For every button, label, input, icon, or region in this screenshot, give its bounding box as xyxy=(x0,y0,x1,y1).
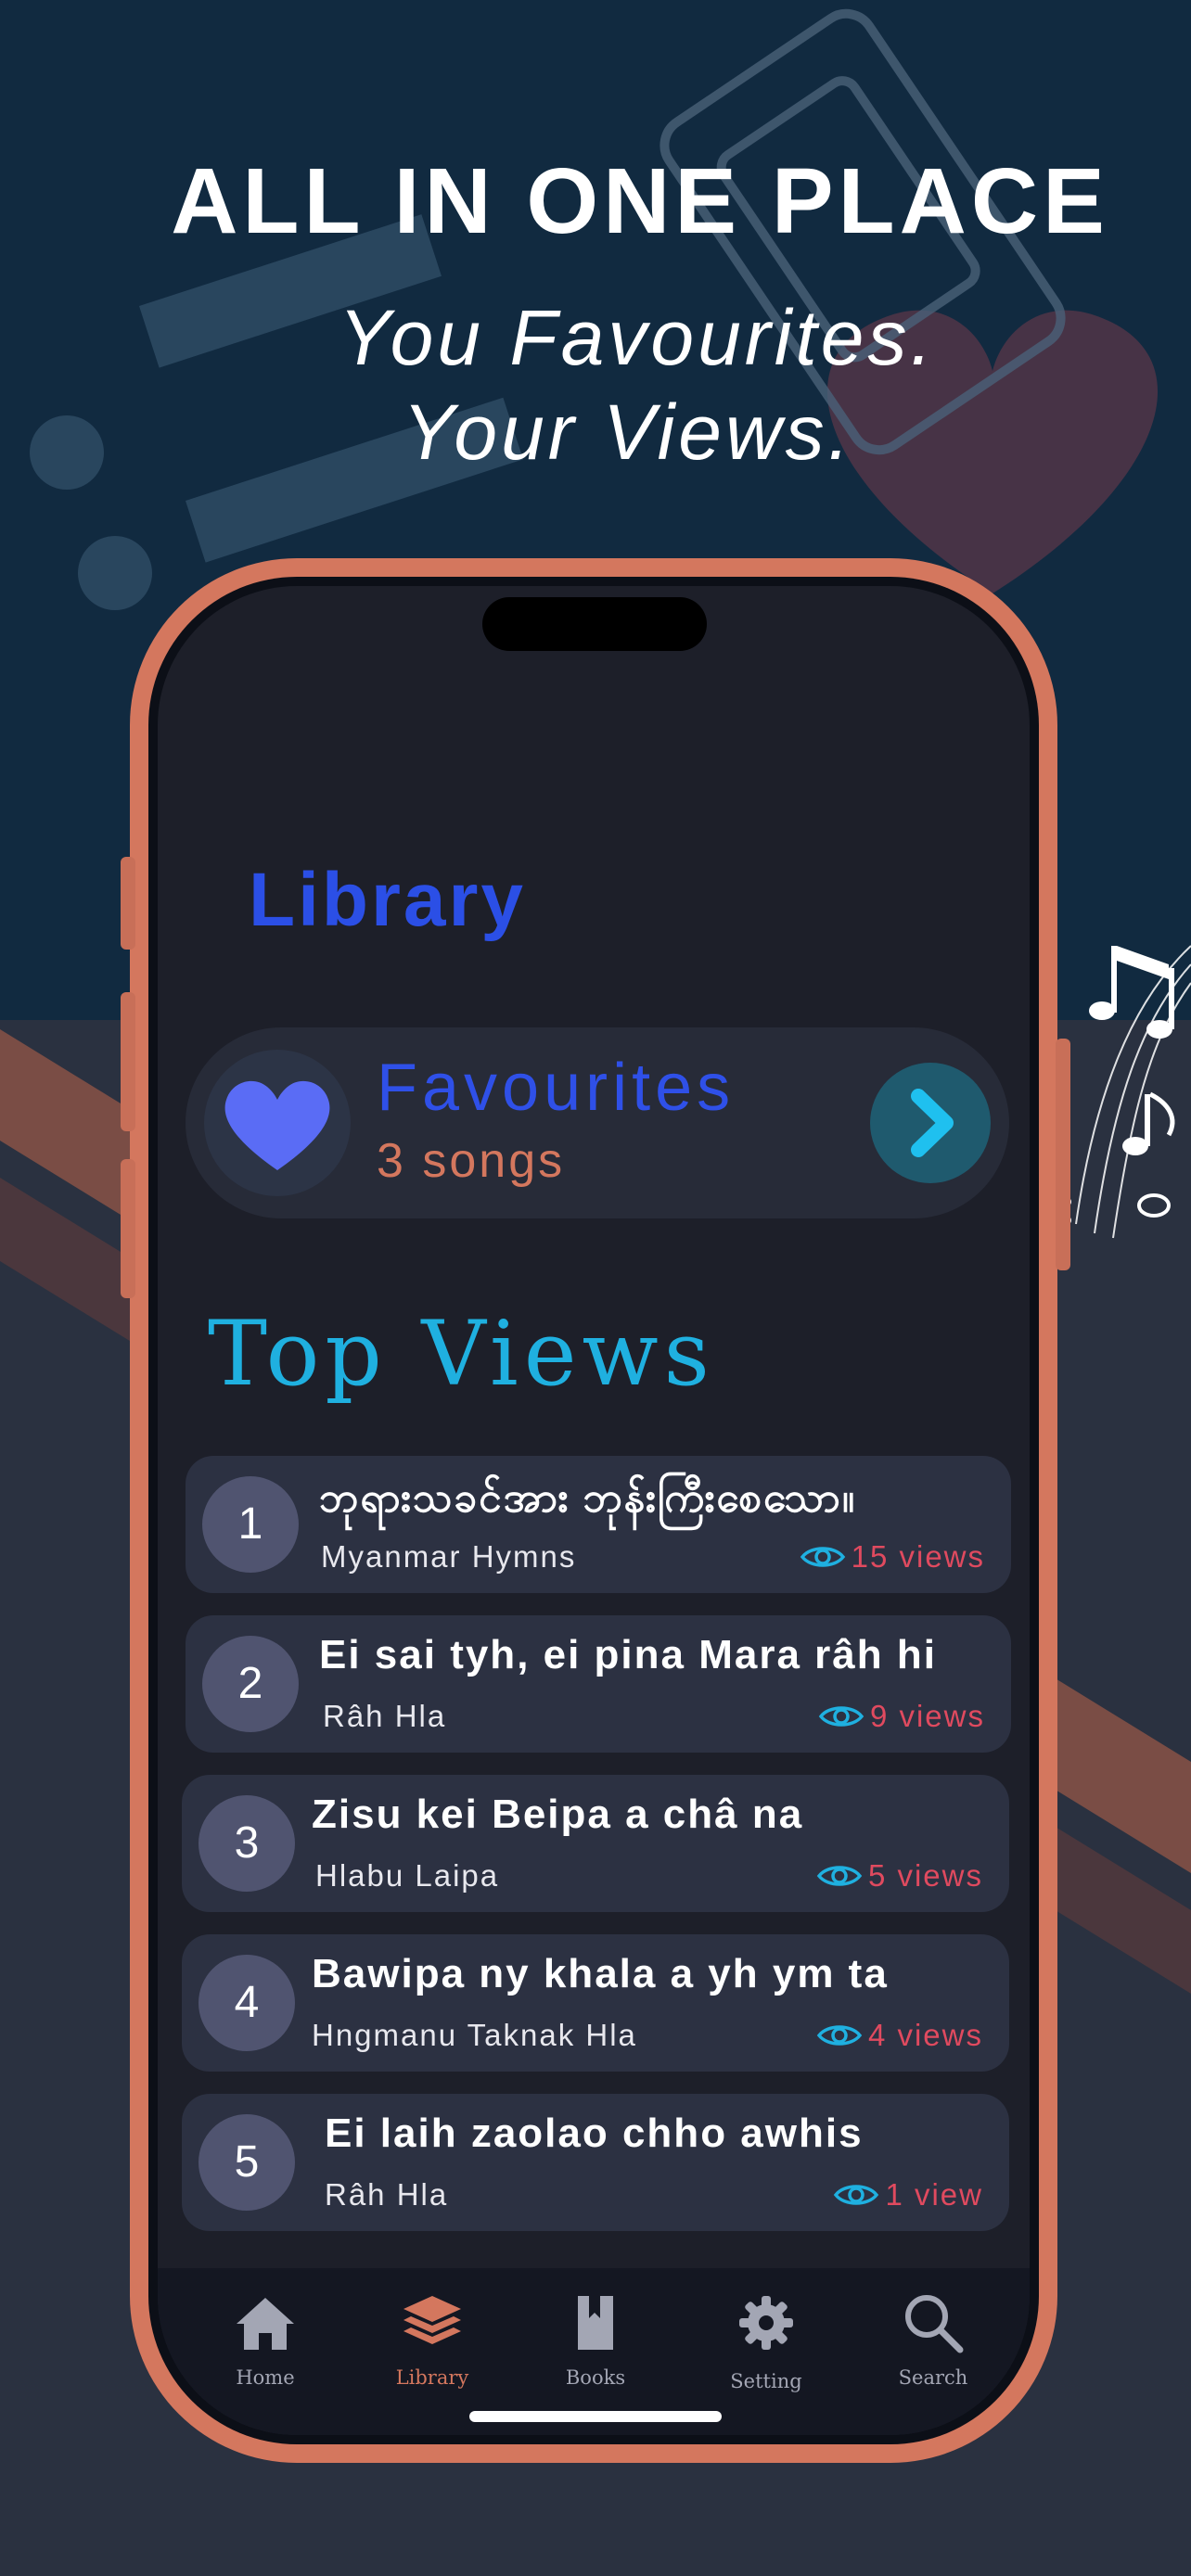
song-artist: Hngmanu Taknak Hla xyxy=(312,2018,637,2052)
tab-home[interactable]: Home xyxy=(200,2281,330,2392)
song-title: Ei sai tyh, ei pina Mara râh hi xyxy=(319,1632,937,1677)
favourites-card[interactable]: Favourites 3 songs xyxy=(186,1027,1009,1218)
eye-icon xyxy=(818,1706,864,1727)
view-count: 5 views xyxy=(816,1858,983,1894)
song-title: Ei laih zaolao chho awhis xyxy=(325,2111,864,2156)
song-title: Zisu kei Beipa a châ na xyxy=(312,1792,804,1837)
view-count: 1 view xyxy=(833,2177,983,2213)
rank-badge: 1 xyxy=(202,1476,299,1573)
song-title: Bawipa ny khala a yh ym ta xyxy=(312,1951,889,1996)
song-artist: Hlabu Laipa xyxy=(315,1858,500,1893)
heart-icon xyxy=(204,1050,351,1196)
tab-library-label: Library xyxy=(395,2366,469,2389)
tab-bar: Home Library Books Setting Search xyxy=(158,2268,1030,2435)
view-count-label: 5 views xyxy=(867,1858,983,1893)
top-views-row[interactable]: 3 Zisu kei Beipa a châ na Hlabu Laipa 5 … xyxy=(182,1775,1009,1912)
song-title: ဘုရားသခင်အား ဘုန်းကြီးစေသော။ xyxy=(319,1475,857,1521)
top-views-title: Top Views xyxy=(208,1302,715,1406)
song-artist: Râh Hla xyxy=(323,1699,447,1733)
tab-search[interactable]: Search xyxy=(868,2281,998,2392)
tab-setting[interactable]: Setting xyxy=(701,2281,831,2392)
eye-icon xyxy=(816,2025,863,2046)
tab-books[interactable]: Books xyxy=(531,2281,660,2392)
top-views-row[interactable]: 1 ဘုရားသခင်အား ဘုန်းကြီးစေသော။ Myanmar H… xyxy=(186,1456,1011,1593)
view-count-label: 9 views xyxy=(869,1699,985,1733)
favourites-count: 3 songs xyxy=(377,1134,566,1188)
book-icon xyxy=(578,2296,613,2350)
phone-volume-up xyxy=(121,992,135,1131)
favourites-open-button[interactable] xyxy=(870,1063,991,1183)
song-artist: Myanmar Hymns xyxy=(321,1539,577,1574)
view-count: 9 views xyxy=(818,1699,985,1734)
phone-power-button xyxy=(1056,1039,1070,1270)
eye-icon xyxy=(834,2185,879,2205)
chevron-right-icon xyxy=(911,1089,954,1157)
layers-icon xyxy=(403,2296,461,2344)
dynamic-island xyxy=(482,597,707,651)
favourites-label: Favourites xyxy=(377,1051,736,1125)
tab-books-label: Books xyxy=(565,2366,626,2389)
app-screen: Library Favourites 3 songs Top Views 1 ဘ… xyxy=(158,586,1030,2435)
promo-subline-favourites: You Favourites. xyxy=(339,294,936,381)
tab-setting-label: Setting xyxy=(730,2370,802,2392)
tab-search-label: Search xyxy=(898,2366,968,2389)
top-views-row[interactable]: 5 Ei laih zaolao chho awhis Râh Hla 1 vi… xyxy=(182,2094,1009,2231)
promo-headline: ALL IN ONE PLACE xyxy=(171,149,1109,253)
rank-badge: 2 xyxy=(202,1636,299,1732)
view-count-label: 15 views xyxy=(851,1539,985,1574)
rank-badge: 4 xyxy=(198,1955,295,2051)
phone-volume-down xyxy=(121,1159,135,1298)
tab-home-label: Home xyxy=(236,2366,295,2389)
eye-icon xyxy=(816,1866,863,1886)
view-count-label: 1 view xyxy=(885,2177,983,2212)
home-indicator[interactable] xyxy=(469,2411,722,2422)
song-artist: Râh Hla xyxy=(325,2177,449,2212)
search-icon xyxy=(905,2295,964,2353)
gear-icon xyxy=(739,2296,793,2350)
tab-library[interactable]: Library xyxy=(367,2281,497,2392)
promo-subline-views: Your Views. xyxy=(402,389,854,476)
music-notes-icon xyxy=(1062,945,1191,1239)
rank-badge: 5 xyxy=(198,2114,295,2211)
view-count: 15 views xyxy=(800,1539,985,1575)
top-views-row[interactable]: 2 Ei sai tyh, ei pina Mara râh hi Râh Hl… xyxy=(186,1615,1011,1753)
top-views-row[interactable]: 4 Bawipa ny khala a yh ym ta Hngmanu Tak… xyxy=(182,1934,1009,2072)
phone-side-button xyxy=(121,857,135,950)
view-count: 4 views xyxy=(816,2018,983,2053)
home-icon xyxy=(237,2298,294,2350)
eye-icon xyxy=(800,1547,845,1567)
view-count-label: 4 views xyxy=(867,2018,983,2052)
rank-badge: 3 xyxy=(198,1795,295,1892)
page-title: Library xyxy=(249,858,526,942)
